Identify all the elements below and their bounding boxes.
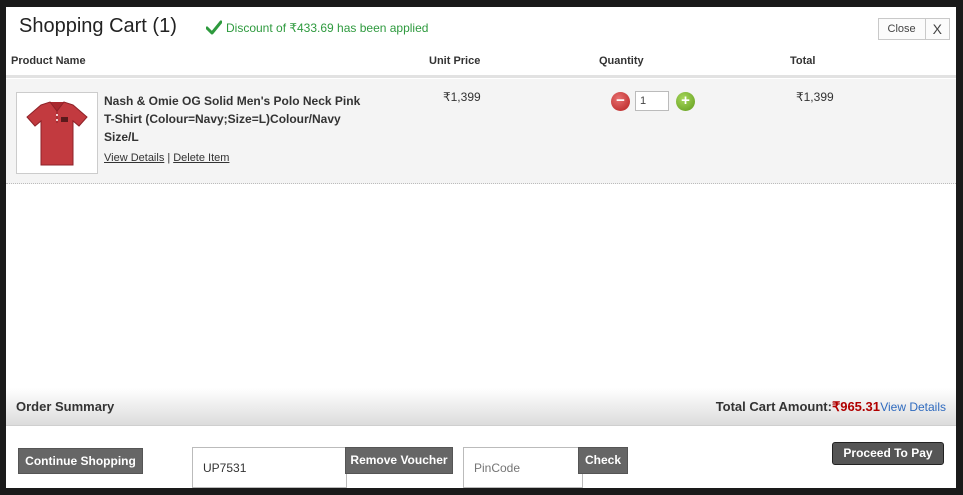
item-total: ₹1,399 <box>796 90 834 104</box>
total-cart-amount: Total Cart Amount:₹965.31 <box>716 399 880 415</box>
delete-item-link[interactable]: Delete Item <box>173 152 229 164</box>
item-links: View Details | Delete Item <box>104 152 229 164</box>
pincode-input[interactable] <box>463 447 583 488</box>
discount-text: Discount of ₹433.69 has been applied <box>226 21 429 35</box>
column-header-unit-price: Unit Price <box>429 55 481 67</box>
discount-message: Discount of ₹433.69 has been applied <box>206 20 428 36</box>
view-details-link[interactable]: View Details <box>104 152 164 164</box>
voucher-input[interactable] <box>192 447 347 488</box>
unit-price: ₹1,399 <box>443 90 481 104</box>
cart-item-row: Nash & Omie OG Solid Men's Polo Neck Pin… <box>6 79 956 184</box>
polo-shirt-image <box>26 101 88 166</box>
remove-voucher-button[interactable]: Remove Voucher <box>345 447 453 474</box>
close-control: Close X <box>877 18 950 40</box>
total-cart-amount-label: Total Cart Amount: <box>715 399 832 414</box>
check-pincode-button[interactable]: Check <box>578 447 628 474</box>
column-header-total: Total <box>790 55 816 67</box>
checkmark-icon <box>206 20 222 35</box>
close-button[interactable]: Close <box>879 19 926 39</box>
proceed-to-pay-button[interactable]: Proceed To Pay <box>832 442 944 465</box>
summary-view-details-link[interactable]: View Details <box>880 400 946 414</box>
table-header: Product Name Unit Price Quantity Total <box>6 49 956 78</box>
order-summary-label: Order Summary <box>16 399 115 414</box>
link-separator: | <box>167 152 171 164</box>
decrease-quantity-button[interactable]: − <box>611 92 630 111</box>
column-header-product-name: Product Name <box>11 55 86 67</box>
shopping-cart-modal: Shopping Cart (1) Discount of ₹433.69 ha… <box>6 7 956 488</box>
page-title: Shopping Cart (1) <box>19 15 177 37</box>
column-header-quantity: Quantity <box>599 55 644 67</box>
total-cart-amount-value: ₹965.31 <box>831 399 880 414</box>
continue-shopping-button[interactable]: Continue Shopping <box>18 448 143 474</box>
product-thumbnail[interactable] <box>16 92 98 174</box>
order-summary-bar: Order Summary Total Cart Amount:₹965.31 … <box>6 388 956 426</box>
close-x-button[interactable]: X <box>926 19 949 39</box>
increase-quantity-button[interactable]: + <box>676 92 695 111</box>
quantity-input[interactable] <box>635 91 669 111</box>
product-name[interactable]: Nash & Omie OG Solid Men's Polo Neck Pin… <box>104 92 374 146</box>
